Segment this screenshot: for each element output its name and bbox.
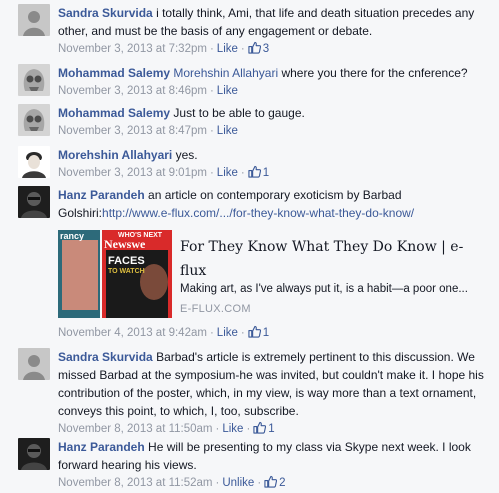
like-count-value: 1 [268, 423, 275, 435]
preview-domain: E-FLUX.COM [180, 303, 251, 315]
preview-image[interactable]: rancy WHO'S NEXT Newswe FACES TO WATCH [58, 230, 172, 318]
separator: · [246, 423, 251, 435]
avatar[interactable] [18, 146, 50, 178]
timestamp[interactable]: November 8, 2013 at 11:50am [58, 423, 213, 435]
comment-meta: November 8, 2013 at 11:50am · Like · 1 [58, 420, 497, 438]
thumbs-up-icon [248, 325, 261, 338]
separator: · [215, 477, 220, 489]
separator: · [209, 327, 214, 339]
comment: Morehshin Allahyari yes. November 3, 201… [18, 146, 499, 182]
like-count[interactable]: 1 [253, 421, 275, 435]
like-link[interactable]: Like [217, 43, 238, 55]
comment-text: Just to be able to gauge. [173, 106, 305, 120]
like-count-value: 1 [262, 327, 270, 339]
comment-text: where you there for the cnference? [281, 66, 468, 80]
like-count-value: 3 [262, 43, 270, 55]
thumbs-up-icon [248, 41, 261, 54]
like-link[interactable]: Like [217, 167, 238, 179]
like-link[interactable]: Like [217, 327, 238, 339]
separator: · [209, 43, 214, 55]
like-count-value: 2 [279, 477, 286, 489]
comment-meta: November 3, 2013 at 7:32pm · Like · 3 [58, 40, 497, 58]
author-name[interactable]: Morehshin Allahyari [58, 148, 172, 162]
link-preview[interactable]: rancy WHO'S NEXT Newswe FACES TO WATCH F… [58, 230, 488, 334]
avatar[interactable] [18, 186, 50, 218]
separator: · [240, 167, 245, 179]
separator: · [257, 477, 262, 489]
separator: · [240, 43, 245, 55]
separator: · [240, 327, 245, 339]
cover-text: rancy [60, 231, 84, 241]
separator: · [209, 125, 214, 137]
timestamp[interactable]: November 3, 2013 at 9:01pm [58, 167, 207, 179]
cover-text: FACES [108, 255, 145, 267]
comment: Mohammad Salemy Just to be able to gauge… [18, 104, 499, 140]
separator: · [215, 423, 220, 435]
separator: · [209, 167, 214, 179]
avatar[interactable] [18, 348, 50, 380]
comment: Sandra Skurvida i totally think, Ami, th… [18, 4, 499, 55]
cover-text: TO WATCH [108, 268, 145, 275]
avatar[interactable] [18, 64, 50, 96]
like-count-value: 1 [262, 167, 270, 179]
comment: Mohammad Salemy Morehshin Allahyari wher… [18, 64, 499, 100]
author-name[interactable]: Mohammad Salemy [58, 106, 170, 120]
like-count[interactable]: 3 [248, 41, 270, 55]
cover-text: Newswe [104, 237, 146, 251]
comment-text: yes. [175, 148, 198, 162]
comment: Hanz Parandeh an article on contemporary… [18, 186, 499, 346]
preview-description: Making art, as I've always put it, is a … [180, 283, 468, 295]
comment: Sandra Skurvida Barbad's article is extr… [18, 348, 499, 435]
preview-title[interactable]: For They Know What They Do Know | e-flux [180, 235, 480, 283]
comment-meta: November 8, 2013 at 11:52am · Unlike · 2 [58, 474, 497, 492]
timestamp[interactable]: November 3, 2013 at 8:46pm [58, 85, 207, 97]
comment-meta: November 3, 2013 at 9:01pm · Like · 1 [58, 164, 497, 182]
like-count[interactable]: 1 [248, 325, 270, 339]
timestamp[interactable]: November 4, 2013 at 9:42am [58, 327, 207, 339]
comment-meta: November 3, 2013 at 8:46pm · Like [58, 82, 497, 100]
author-name[interactable]: Hanz Parandeh [58, 188, 145, 202]
like-count[interactable]: 1 [248, 165, 270, 179]
avatar[interactable] [18, 438, 50, 470]
author-name[interactable]: Mohammad Salemy [58, 66, 170, 80]
comment: Hanz Parandeh He will be presenting to m… [18, 438, 499, 492]
article-link[interactable]: http://www.e-flux.com/.../for-they-know-… [102, 206, 414, 220]
unlike-link[interactable]: Unlike [222, 477, 254, 489]
thumbs-up-icon [253, 421, 267, 434]
avatar[interactable] [18, 4, 50, 36]
like-link[interactable]: Like [217, 85, 238, 97]
like-link[interactable]: Like [222, 423, 243, 435]
timestamp[interactable]: November 8, 2013 at 11:52am [58, 477, 213, 489]
timestamp[interactable]: November 3, 2013 at 7:32pm [58, 43, 207, 55]
timestamp[interactable]: November 3, 2013 at 8:47pm [58, 125, 207, 137]
author-name[interactable]: Hanz Parandeh [58, 440, 145, 454]
like-count[interactable]: 2 [264, 475, 286, 489]
avatar[interactable] [18, 104, 50, 136]
author-name[interactable]: Sandra Skurvida [58, 350, 153, 364]
like-link[interactable]: Like [217, 125, 238, 137]
author-name[interactable]: Sandra Skurvida [58, 6, 153, 20]
thumbs-up-icon [264, 475, 278, 488]
separator: · [209, 85, 214, 97]
comment-text: an article on contemporary exoticism by … [148, 188, 402, 202]
comment-text-continued: Golshiri: [58, 206, 103, 220]
mention-link[interactable]: Morehshin Allahyari [173, 66, 278, 80]
thumbs-up-icon [248, 165, 261, 178]
comment-meta: November 4, 2013 at 9:42am · Like · 1 [58, 324, 269, 342]
comment-meta: November 3, 2013 at 8:47pm · Like [58, 122, 497, 140]
